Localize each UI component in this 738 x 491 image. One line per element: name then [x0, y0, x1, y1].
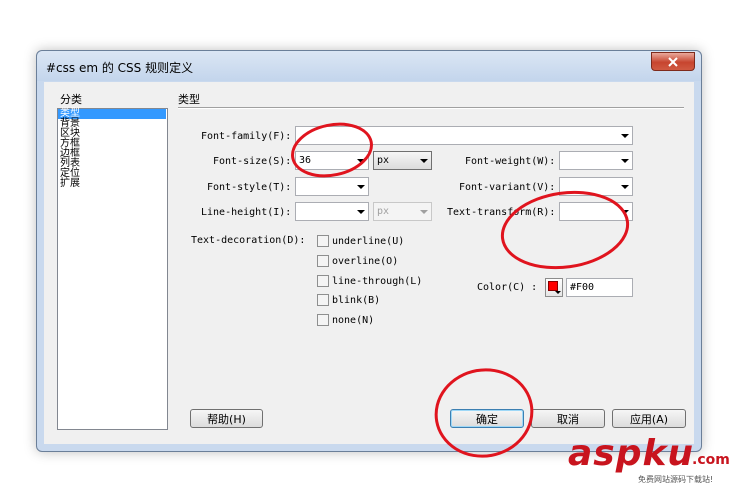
chevron-down-icon	[420, 210, 428, 214]
watermark-slogan: 免费网站源码下载站!	[638, 475, 714, 484]
decoration-overline[interactable]: overline(O)	[317, 254, 398, 268]
underline-checkbox[interactable]	[317, 235, 329, 247]
font-family-label: Font-family(F):	[201, 131, 292, 142]
blink-checkbox[interactable]	[317, 294, 329, 306]
css-rule-dialog: #css em 的 CSS 规则定义 分类 类型 背景 区块 方框 边框 列表 …	[36, 50, 702, 452]
font-size-unit-select[interactable]: px	[373, 151, 432, 170]
watermark-domain: .com	[692, 452, 730, 468]
category-list[interactable]: 类型 背景 区块 方框 边框 列表 定位 扩展	[57, 108, 168, 430]
overline-checkbox[interactable]	[317, 255, 329, 267]
chevron-down-icon	[621, 159, 629, 163]
font-weight-select[interactable]	[559, 151, 633, 170]
color-label: Color(C) :	[477, 282, 538, 293]
window-title: #css em 的 CSS 规则定义	[46, 61, 194, 75]
title-bar[interactable]: #css em 的 CSS 规则定义	[37, 51, 701, 81]
line-height-unit-select: px	[373, 202, 432, 221]
color-picker-button[interactable]	[545, 278, 563, 297]
close-button[interactable]	[651, 52, 695, 71]
overline-label: overline(O)	[332, 255, 399, 267]
category-item-extensions[interactable]: 扩展	[58, 179, 167, 189]
chevron-down-icon	[621, 185, 629, 189]
color-swatch	[548, 281, 558, 291]
font-variant-select[interactable]	[559, 177, 633, 196]
section-divider	[178, 107, 684, 109]
blink-label: blink(B)	[332, 294, 381, 306]
dialog-body: 分类 类型 背景 区块 方框 边框 列表 定位 扩展 类型 Font-famil…	[44, 82, 694, 444]
font-family-select[interactable]	[295, 126, 633, 145]
none-checkbox[interactable]	[317, 314, 329, 326]
decoration-blink[interactable]: blink(B)	[317, 293, 380, 307]
chevron-down-icon	[357, 185, 365, 189]
text-transform-select[interactable]	[559, 202, 633, 221]
site-watermark: aspku .com 免费网站源码下载站!	[568, 434, 736, 489]
line-through-checkbox[interactable]	[317, 275, 329, 287]
chevron-down-icon	[420, 159, 428, 163]
chevron-down-icon	[357, 159, 365, 163]
decoration-underline[interactable]: underline(U)	[317, 234, 404, 248]
font-size-value: 36	[299, 155, 312, 166]
chevron-down-icon	[621, 134, 629, 138]
category-label: 分类	[60, 93, 82, 106]
font-size-unit-value: px	[377, 155, 390, 166]
font-style-label: Font-style(T):	[207, 182, 292, 193]
chevron-down-icon	[621, 210, 629, 214]
color-value: #F00	[570, 282, 595, 293]
color-input[interactable]: #F00	[566, 278, 633, 297]
help-button[interactable]: 帮助(H)	[190, 409, 263, 428]
text-transform-label: Text-transform(R):	[447, 207, 556, 218]
text-decoration-label: Text-decoration(D):	[191, 235, 306, 246]
decoration-line-through[interactable]: line-through(L)	[317, 274, 422, 288]
font-weight-label: Font-weight(W):	[465, 156, 556, 167]
none-label: none(N)	[332, 314, 375, 326]
close-icon	[668, 56, 678, 67]
watermark-brand: aspku	[568, 433, 695, 474]
decoration-none[interactable]: none(N)	[317, 313, 374, 327]
cancel-button[interactable]: 取消	[531, 409, 605, 428]
font-variant-label: Font-variant(V):	[459, 182, 556, 193]
line-through-label: line-through(L)	[332, 275, 423, 287]
section-title: 类型	[178, 93, 200, 106]
font-style-select[interactable]	[295, 177, 369, 196]
ok-button[interactable]: 确定	[450, 409, 524, 428]
font-size-select[interactable]: 36	[295, 151, 369, 170]
chevron-down-icon	[357, 210, 365, 214]
underline-label: underline(U)	[332, 235, 405, 247]
font-size-label: Font-size(S):	[213, 156, 292, 167]
apply-button[interactable]: 应用(A)	[612, 409, 686, 428]
chevron-down-icon	[555, 291, 561, 294]
line-height-select[interactable]	[295, 202, 369, 221]
line-height-label: Line-height(I):	[201, 207, 292, 218]
line-height-unit-value: px	[377, 206, 390, 217]
